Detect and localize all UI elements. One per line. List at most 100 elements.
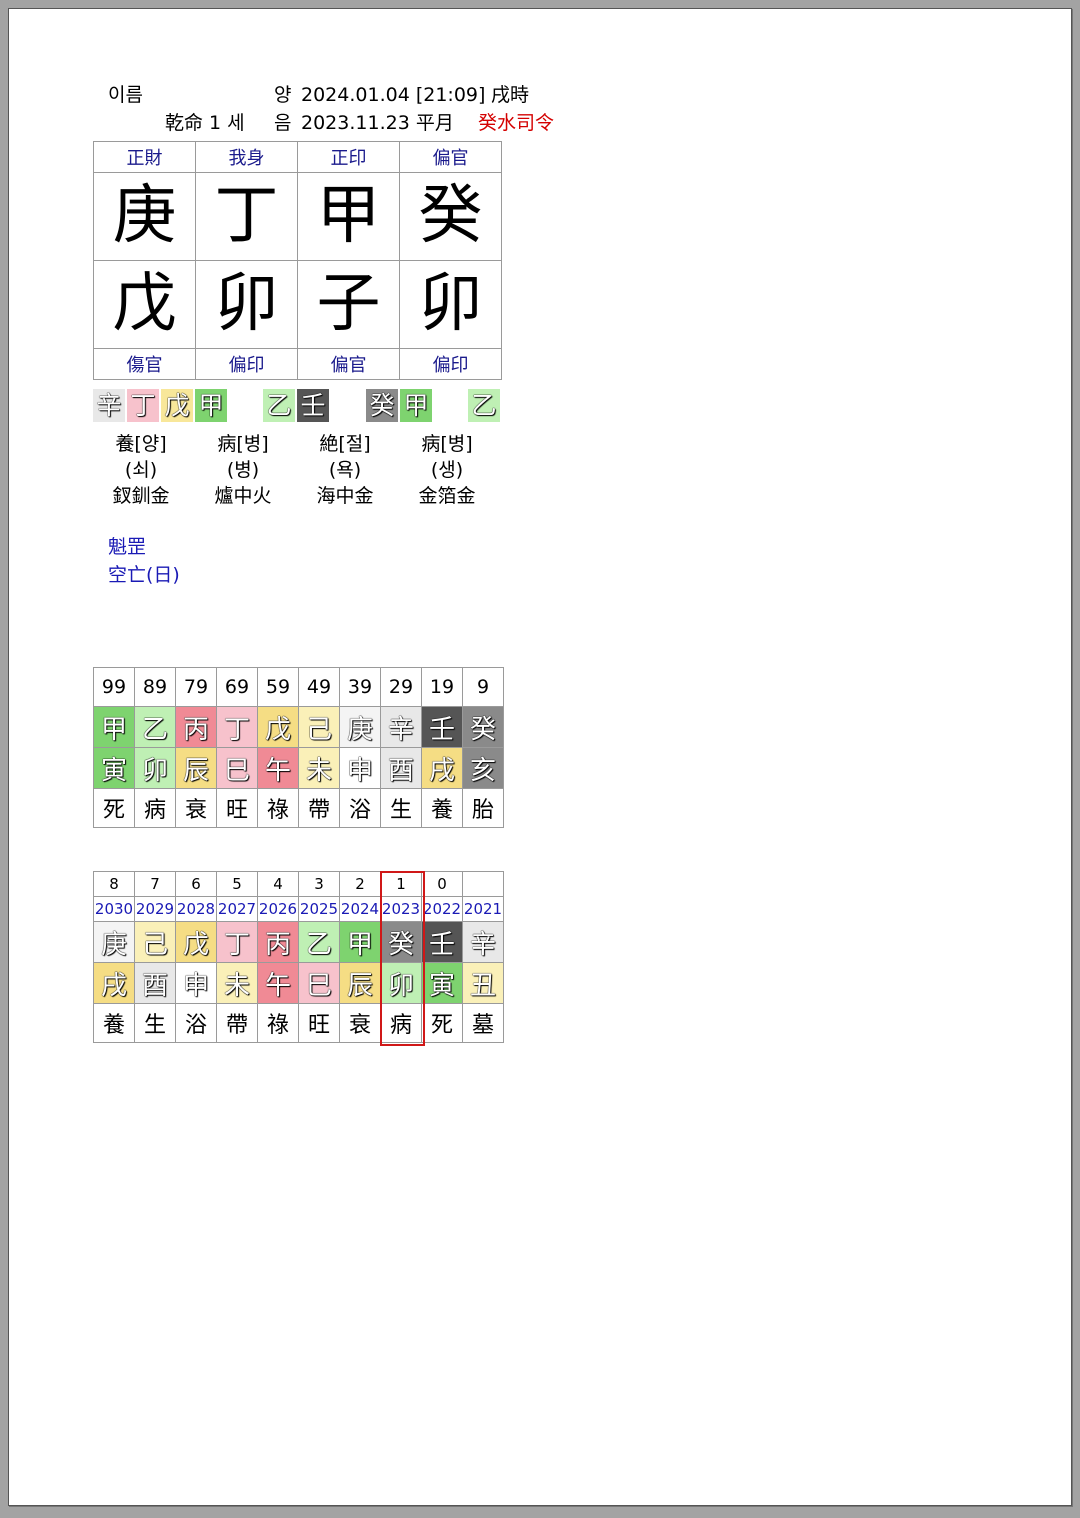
hidden-stem: 癸 <box>366 389 398 422</box>
substage-month: (욕) <box>328 459 362 481</box>
daeun-branche-cell: 午 <box>257 747 299 789</box>
hidden-stem: 甲 <box>400 389 432 422</box>
seun-year-cell: 2025 <box>298 896 340 922</box>
nayin-year: 金箔金 <box>418 485 476 507</box>
lunar-label: 음 <box>274 112 292 134</box>
hidden-stem: 乙 <box>468 389 500 422</box>
seun-stem-cell: 丙 <box>257 921 299 963</box>
seun-stem-cell: 壬 <box>421 921 463 963</box>
seun-stage-cell: 衰 <box>339 1003 381 1043</box>
seun-age-cell: 5 <box>216 871 258 897</box>
daeun-age-cell: 59 <box>257 667 299 707</box>
spirit-gongmang: 空亡(日) <box>108 564 180 586</box>
daeun-branche-cell: 戌 <box>421 747 463 789</box>
seun-age-cell: 6 <box>175 871 217 897</box>
daeun-stem-cell: 丁 <box>216 706 258 748</box>
saju-sheet: 이름 양 2024.01.04 [21:09] 戌時 乾命 1 세 음 2023… <box>8 8 1072 1506</box>
seun-stem-cell: 甲 <box>339 921 381 963</box>
nayin-month: 海中金 <box>316 485 374 507</box>
seun-year-cell: 2022 <box>421 896 463 922</box>
spirit-kuigang: 魁罡 <box>108 536 147 558</box>
daeun-age-cell: 99 <box>93 667 135 707</box>
daeun-age-cell: 19 <box>421 667 463 707</box>
daeun-branche-cell: 寅 <box>93 747 135 789</box>
daeun-stem-cell: 己 <box>298 706 340 748</box>
daeun-stage-cell: 祿 <box>257 788 299 828</box>
stem-hour: 庚 <box>93 172 196 261</box>
hidden-stem: 辛 <box>93 389 125 422</box>
daeun-age-cell: 39 <box>339 667 381 707</box>
seun-stage-cell: 浴 <box>175 1003 217 1043</box>
daeun-stem-cell: 甲 <box>93 706 135 748</box>
ten-god-top-hour: 正財 <box>93 141 196 173</box>
seun-year-cell: 2021 <box>462 896 504 922</box>
daeun-branche-cell: 辰 <box>175 747 217 789</box>
substage-hour: (쇠) <box>124 459 158 481</box>
seun-stage-cell: 養 <box>93 1003 135 1043</box>
seun-stage-cell: 帶 <box>216 1003 258 1043</box>
daeun-branche-cell: 巳 <box>216 747 258 789</box>
seun-age-cell: 0 <box>421 871 463 897</box>
seun-age-cell: 1 <box>380 871 422 897</box>
ten-god-bottom-hour: 傷官 <box>93 348 196 380</box>
daeun-stage-cell: 浴 <box>339 788 381 828</box>
substage-day: (병) <box>226 459 260 481</box>
stage-month: 絶[절] <box>319 433 371 455</box>
daeun-stem-cell: 庚 <box>339 706 381 748</box>
daeun-branche-cell: 申 <box>339 747 381 789</box>
gender-age: 乾命 1 세 <box>165 112 245 134</box>
daeun-age-cell: 9 <box>462 667 504 707</box>
daeun-branche-cell: 未 <box>298 747 340 789</box>
branch-hour: 戊 <box>93 260 196 349</box>
seun-year-cell: 2029 <box>134 896 176 922</box>
seun-stem-cell: 辛 <box>462 921 504 963</box>
ten-god-top-month: 正印 <box>297 141 400 173</box>
seun-stage-cell: 生 <box>134 1003 176 1043</box>
stem-year: 癸 <box>399 172 502 261</box>
nayin-hour: 釵釧金 <box>112 485 170 507</box>
branch-month: 子 <box>297 260 400 349</box>
seun-stage-cell: 死 <box>421 1003 463 1043</box>
seun-branche-cell: 巳 <box>298 962 340 1004</box>
seun-stage-cell: 旺 <box>298 1003 340 1043</box>
seun-branche-cell: 寅 <box>421 962 463 1004</box>
daeun-stem-cell: 乙 <box>134 706 176 748</box>
seun-age-cell: 3 <box>298 871 340 897</box>
seun-stem-cell: 乙 <box>298 921 340 963</box>
stem-day: 丁 <box>195 172 298 261</box>
daeun-stage-cell: 生 <box>380 788 422 828</box>
seun-branche-cell: 丑 <box>462 962 504 1004</box>
daeun-stage-cell: 養 <box>421 788 463 828</box>
stage-year: 病[병] <box>421 433 473 455</box>
ten-god-bottom-year: 偏印 <box>399 348 502 380</box>
daeun-branche-cell: 酉 <box>380 747 422 789</box>
seun-branche-cell: 申 <box>175 962 217 1004</box>
daeun-age-cell: 79 <box>175 667 217 707</box>
daeun-age-cell: 49 <box>298 667 340 707</box>
seun-stem-cell: 己 <box>134 921 176 963</box>
lunar-date: 2023.11.23 平月 <box>301 112 454 134</box>
seun-branche-cell: 午 <box>257 962 299 1004</box>
branch-year: 卯 <box>399 260 502 349</box>
ten-god-bottom-month: 偏官 <box>297 348 400 380</box>
daeun-age-cell: 29 <box>380 667 422 707</box>
seun-stem-cell: 庚 <box>93 921 135 963</box>
seun-age-cell: 7 <box>134 871 176 897</box>
seun-branche-cell: 酉 <box>134 962 176 1004</box>
solar-date: 2024.01.04 [21:09] <box>301 84 486 106</box>
daeun-stage-cell: 死 <box>93 788 135 828</box>
seun-stem-cell: 戊 <box>175 921 217 963</box>
name-label: 이름 <box>108 84 143 106</box>
seun-age-cell: 4 <box>257 871 299 897</box>
hidden-stem: 壬 <box>297 389 329 422</box>
substage-year: (생) <box>430 459 464 481</box>
daeun-stage-cell: 衰 <box>175 788 217 828</box>
seun-branche-cell: 卯 <box>380 962 422 1004</box>
commander-text: 癸水司令 <box>478 112 555 134</box>
hidden-stem: 戊 <box>161 389 193 422</box>
solar-label: 양 <box>274 84 292 106</box>
daeun-age-cell: 89 <box>134 667 176 707</box>
daeun-stem-cell: 辛 <box>380 706 422 748</box>
hidden-stem: 甲 <box>195 389 227 422</box>
seun-branche-cell: 未 <box>216 962 258 1004</box>
